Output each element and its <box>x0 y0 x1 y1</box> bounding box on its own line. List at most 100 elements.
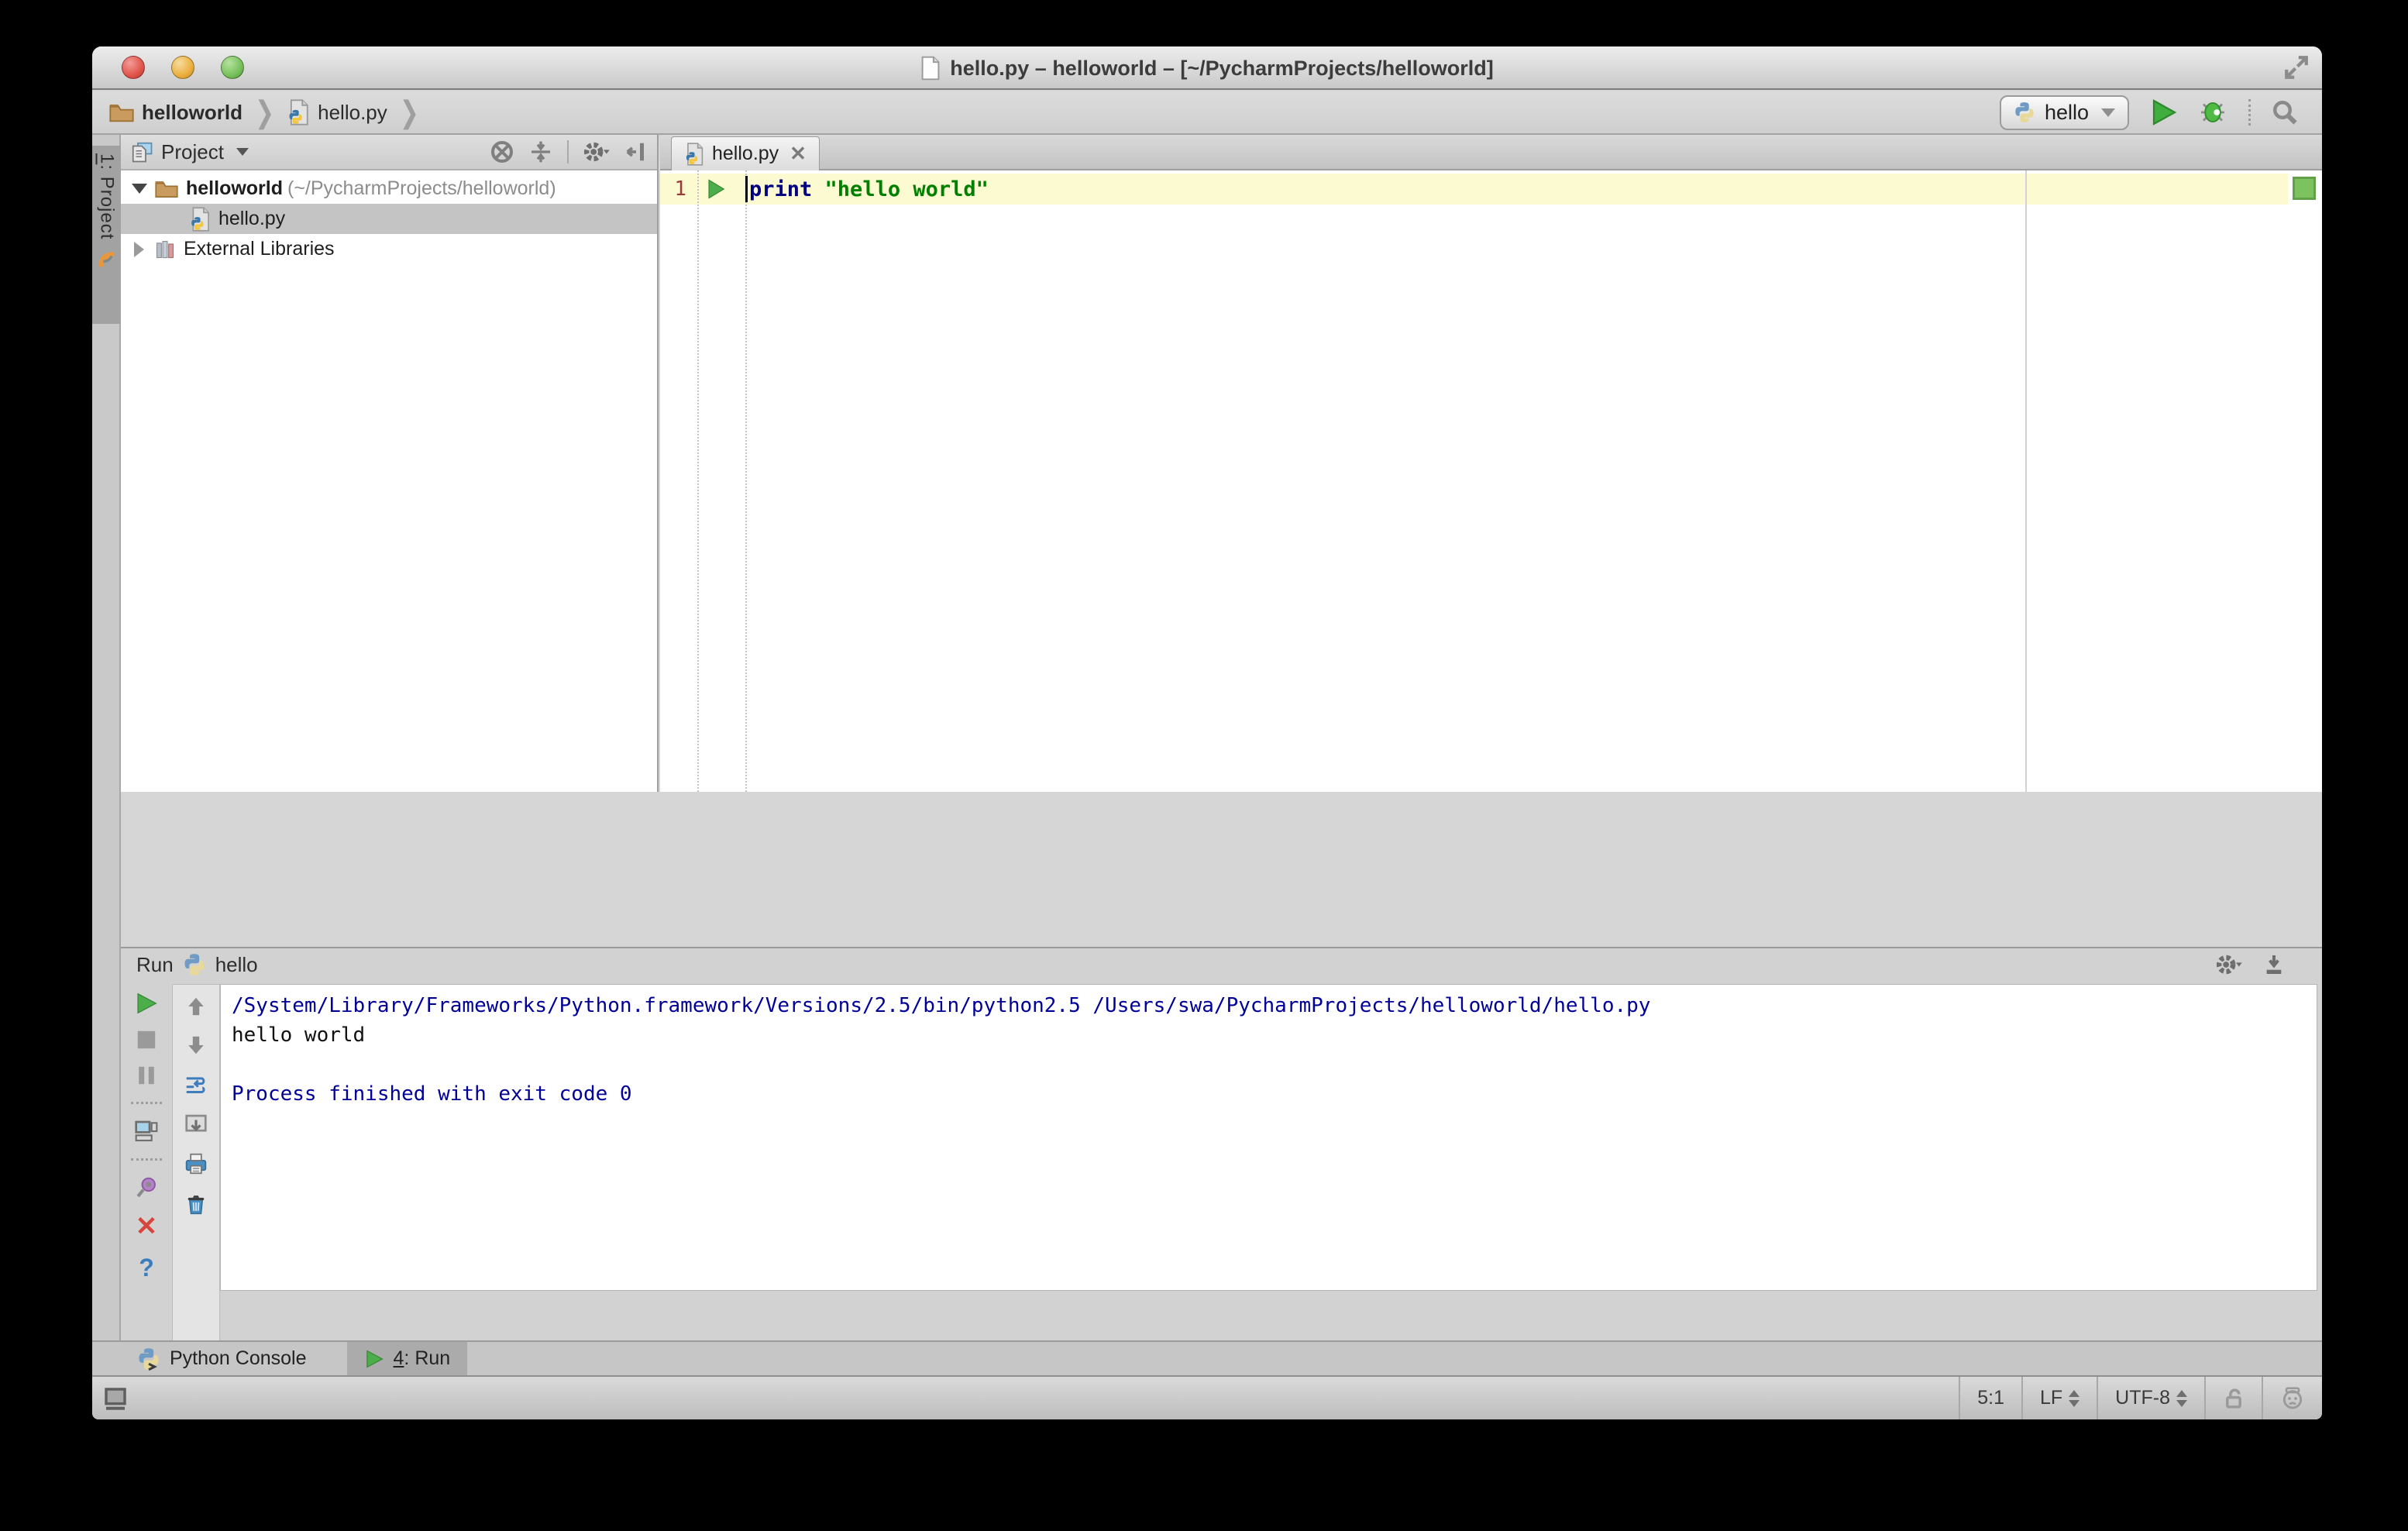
folder-icon <box>109 102 134 122</box>
run-line-marker-icon[interactable] <box>686 178 745 200</box>
print-icon[interactable] <box>184 1152 208 1175</box>
traffic-lights <box>92 56 244 79</box>
readonly-lock-widget[interactable] <box>2204 1377 2262 1419</box>
scroll-from-source-icon[interactable] <box>490 139 514 164</box>
tree-expanded-icon[interactable] <box>132 184 147 194</box>
pycharm-window: hello.py – helloworld – [~/PycharmProjec… <box>92 46 2322 1419</box>
project-tool-window-icon <box>96 249 118 270</box>
code-line-1: 1 print "hello world" <box>660 174 2288 205</box>
status-bar: 5:1 LF UTF-8 <box>92 1375 2322 1419</box>
soft-wrap-icon[interactable] <box>184 1073 208 1096</box>
code-editor[interactable]: 1 print "hello world" <box>660 170 2322 792</box>
editor-tab-hello-py[interactable]: hello.py ✕ <box>671 136 820 170</box>
encoding-widget[interactable]: UTF-8 <box>2097 1377 2204 1419</box>
line-separator-widget[interactable]: LF <box>2021 1377 2097 1419</box>
library-icon <box>154 239 176 260</box>
console-line: /System/Library/Frameworks/Python.framew… <box>232 994 1651 1017</box>
tree-root-path: (~/PycharmProjects/helloworld) <box>287 177 556 199</box>
project-panel-title[interactable]: Project <box>161 140 224 164</box>
project-view-icon <box>130 141 153 163</box>
tab-python-console-label: Python Console <box>170 1347 307 1369</box>
chevron-right-icon: ❯ <box>255 95 275 129</box>
python-file-icon <box>287 99 310 126</box>
tree-external-libraries-label: External Libraries <box>184 238 335 260</box>
breadcrumb-project[interactable]: helloworld <box>142 101 243 125</box>
project-folder-icon <box>155 179 178 198</box>
tree-root-name: helloworld <box>186 177 283 199</box>
run-panel-config-name: hello <box>215 952 258 976</box>
settings-gear-icon[interactable] <box>2215 951 2243 978</box>
scroll-to-end-icon[interactable] <box>184 1113 208 1135</box>
tab-run-mnemonic: 4 <box>393 1347 404 1369</box>
inspection-status-indicator[interactable] <box>2293 177 2316 200</box>
breadcrumb: helloworld ❯ hello.py ❯ <box>92 96 424 129</box>
editor-tab-label: hello.py <box>712 143 779 164</box>
tree-row-external-libraries[interactable]: External Libraries <box>121 234 657 264</box>
updown-arrows-icon <box>2176 1389 2187 1407</box>
tree-file-name: hello.py <box>218 208 286 229</box>
minimize-window-button[interactable] <box>171 56 194 79</box>
tree-row-file-selected[interactable]: hello.py <box>121 204 657 234</box>
editor-area: hello.py ✕ 1 print "hello world" <box>660 135 2322 792</box>
chevron-down-icon[interactable] <box>236 148 249 156</box>
python-console-icon <box>137 1347 160 1371</box>
chevron-down-icon <box>2101 108 2115 117</box>
tree-collapsed-icon[interactable] <box>134 241 144 257</box>
run-configuration-select[interactable]: hello <box>1999 95 2129 130</box>
navigation-bar: helloworld ❯ hello.py ❯ hello <box>92 91 2322 135</box>
tree-row-root[interactable]: helloworld (~/PycharmProjects/helloworld… <box>121 174 657 204</box>
debug-button[interactable] <box>2197 98 2228 126</box>
python-file-icon <box>684 142 704 166</box>
inspector-face-icon <box>2280 1386 2305 1411</box>
hide-panel-icon[interactable] <box>2262 952 2286 977</box>
search-icon[interactable] <box>2271 98 2299 126</box>
hide-panel-icon[interactable] <box>624 139 648 164</box>
console-output[interactable]: /System/Library/Frameworks/Python.framew… <box>220 984 2317 1291</box>
toggle-tool-window-bars-icon[interactable] <box>92 1386 128 1411</box>
close-button[interactable]: ✕ <box>136 1213 158 1240</box>
tab-run[interactable]: 4: Run <box>346 1342 468 1375</box>
caret-position-widget[interactable]: 5:1 <box>1959 1377 2021 1419</box>
toolbar-separator <box>131 1102 162 1104</box>
run-panel-title: Run <box>136 952 174 976</box>
python-icon <box>183 953 206 976</box>
tab-python-console[interactable]: Python Console <box>120 1342 324 1375</box>
python-icon <box>2014 101 2035 123</box>
pin-button[interactable] <box>135 1176 158 1199</box>
highlighting-level-widget[interactable] <box>2262 1377 2322 1419</box>
stop-button[interactable] <box>136 1029 157 1051</box>
pause-button[interactable] <box>136 1065 157 1086</box>
rerun-button[interactable] <box>135 992 158 1015</box>
run-tab-icon <box>364 1349 384 1369</box>
restore-layout-button[interactable] <box>134 1120 159 1143</box>
sidebar-item-project-tab[interactable]: 1: Project <box>92 146 121 324</box>
down-stacktrace-icon[interactable] <box>185 1034 207 1056</box>
line-separator-value: LF <box>2039 1387 2063 1409</box>
zoom-window-button[interactable] <box>221 56 244 79</box>
run-configuration-value: hello <box>2044 100 2089 124</box>
chevron-right-icon: ❯ <box>399 95 419 129</box>
unlock-icon <box>2223 1387 2245 1410</box>
breadcrumb-file[interactable]: hello.py <box>318 101 387 125</box>
fullscreen-resize-icon[interactable] <box>2283 54 2310 81</box>
run-toolbar-left: ✕ ? <box>121 981 172 1340</box>
up-stacktrace-icon[interactable] <box>185 996 207 1017</box>
clear-console-icon[interactable] <box>184 1192 208 1216</box>
close-window-button[interactable] <box>122 56 145 79</box>
document-icon <box>920 56 941 81</box>
editor-tab-bar: hello.py ✕ <box>660 135 2322 170</box>
code-string: "hello world" <box>824 177 989 201</box>
run-button[interactable] <box>2149 98 2177 126</box>
project-tree: helloworld (~/PycharmProjects/helloworld… <box>121 170 657 264</box>
collapse-all-icon[interactable] <box>528 139 553 164</box>
title-bar[interactable]: hello.py – helloworld – [~/PycharmProjec… <box>92 46 2322 90</box>
run-tool-window: Run hello ✕ ? /System/Library/Frameworks… <box>121 947 2322 1340</box>
line-number: 1 <box>674 177 686 201</box>
close-tab-icon[interactable]: ✕ <box>789 142 807 166</box>
toolbar-separator <box>2248 99 2251 126</box>
project-tool-window: Project helloworld (~/PycharmProjects/he… <box>121 135 659 792</box>
help-button[interactable]: ? <box>139 1254 154 1282</box>
settings-gear-icon[interactable] <box>583 139 611 165</box>
toolbar-separator <box>131 1158 162 1161</box>
